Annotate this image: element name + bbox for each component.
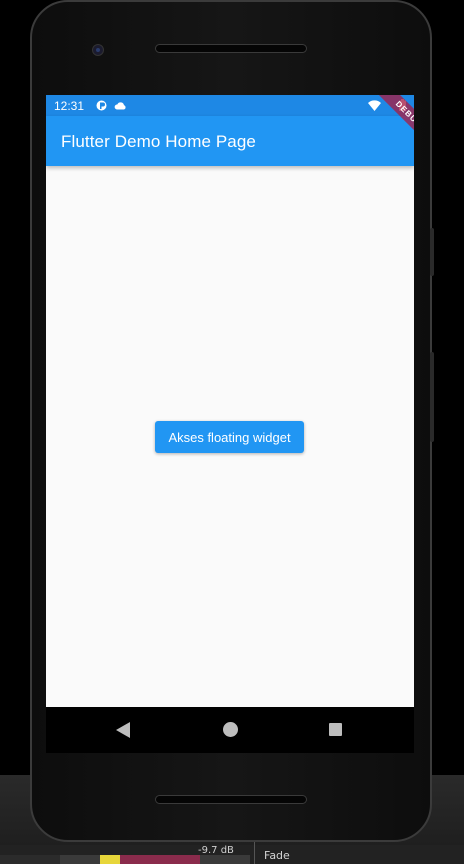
device-screen: 12:31 Flutter Demo Home Page DEBUG Akses… — [46, 95, 414, 707]
status-bar: 12:31 — [46, 95, 414, 116]
recents-icon[interactable] — [329, 723, 342, 736]
navigation-bar — [46, 707, 414, 753]
bottom-speaker — [155, 795, 307, 804]
access-floating-widget-button[interactable]: Akses floating widget — [155, 421, 304, 453]
cloud-icon — [114, 102, 126, 110]
host-divider — [254, 842, 255, 864]
back-icon[interactable] — [116, 722, 130, 738]
meter-db-label: -9.7 dB — [198, 845, 234, 856]
canvas: -9.7 dB Fade 12:31 Flutter Demo Home Pag… — [0, 0, 464, 864]
front-camera — [92, 44, 104, 56]
meter-segment-yellow — [100, 855, 120, 864]
app-notification-icon — [96, 100, 107, 111]
power-button — [430, 352, 434, 442]
status-time: 12:31 — [54, 99, 85, 113]
home-icon[interactable] — [223, 722, 238, 737]
top-speaker — [155, 44, 307, 53]
app-bar-title: Flutter Demo Home Page — [61, 132, 256, 151]
volume-button — [430, 228, 434, 276]
audio-meter — [0, 855, 250, 864]
fade-label[interactable]: Fade — [264, 849, 290, 862]
wifi-icon — [368, 100, 381, 111]
meter-segment — [0, 855, 60, 864]
app-bar: Flutter Demo Home Page — [46, 116, 414, 166]
meter-segment-red — [120, 855, 200, 864]
